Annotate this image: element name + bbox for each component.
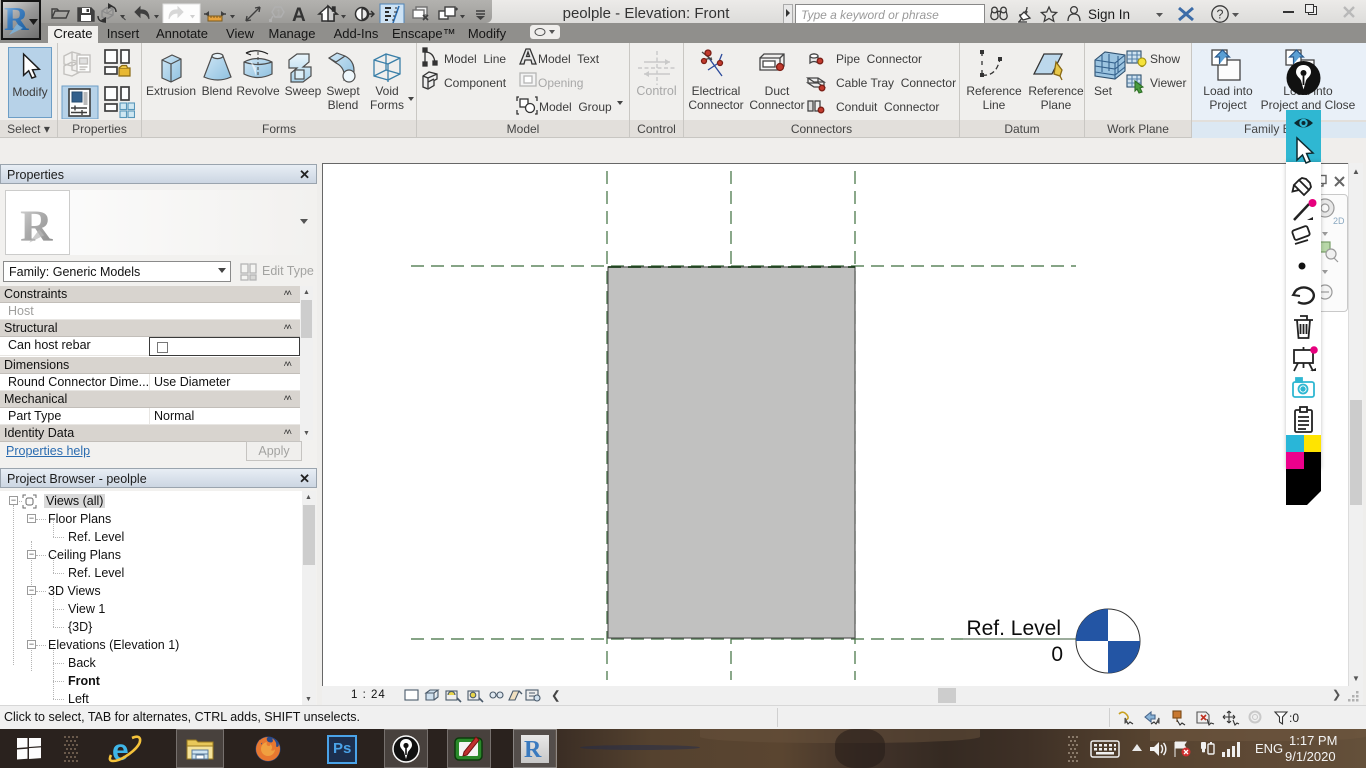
svg-text:R: R	[524, 737, 542, 763]
svg-text:?: ?	[1217, 8, 1224, 22]
svg-text:A: A	[292, 5, 306, 25]
svg-text:R: R	[20, 200, 53, 250]
svg-text::0: :0	[1289, 711, 1299, 725]
svg-text:2D: 2D	[1333, 216, 1345, 226]
svg-text:0: 0	[1051, 643, 1063, 666]
svg-text:Ref. Level: Ref. Level	[966, 617, 1061, 640]
svg-text:Sign In: Sign In	[1088, 7, 1130, 22]
svg-text:R: R	[4, 2, 29, 37]
svg-text:1: 1	[277, 9, 282, 18]
